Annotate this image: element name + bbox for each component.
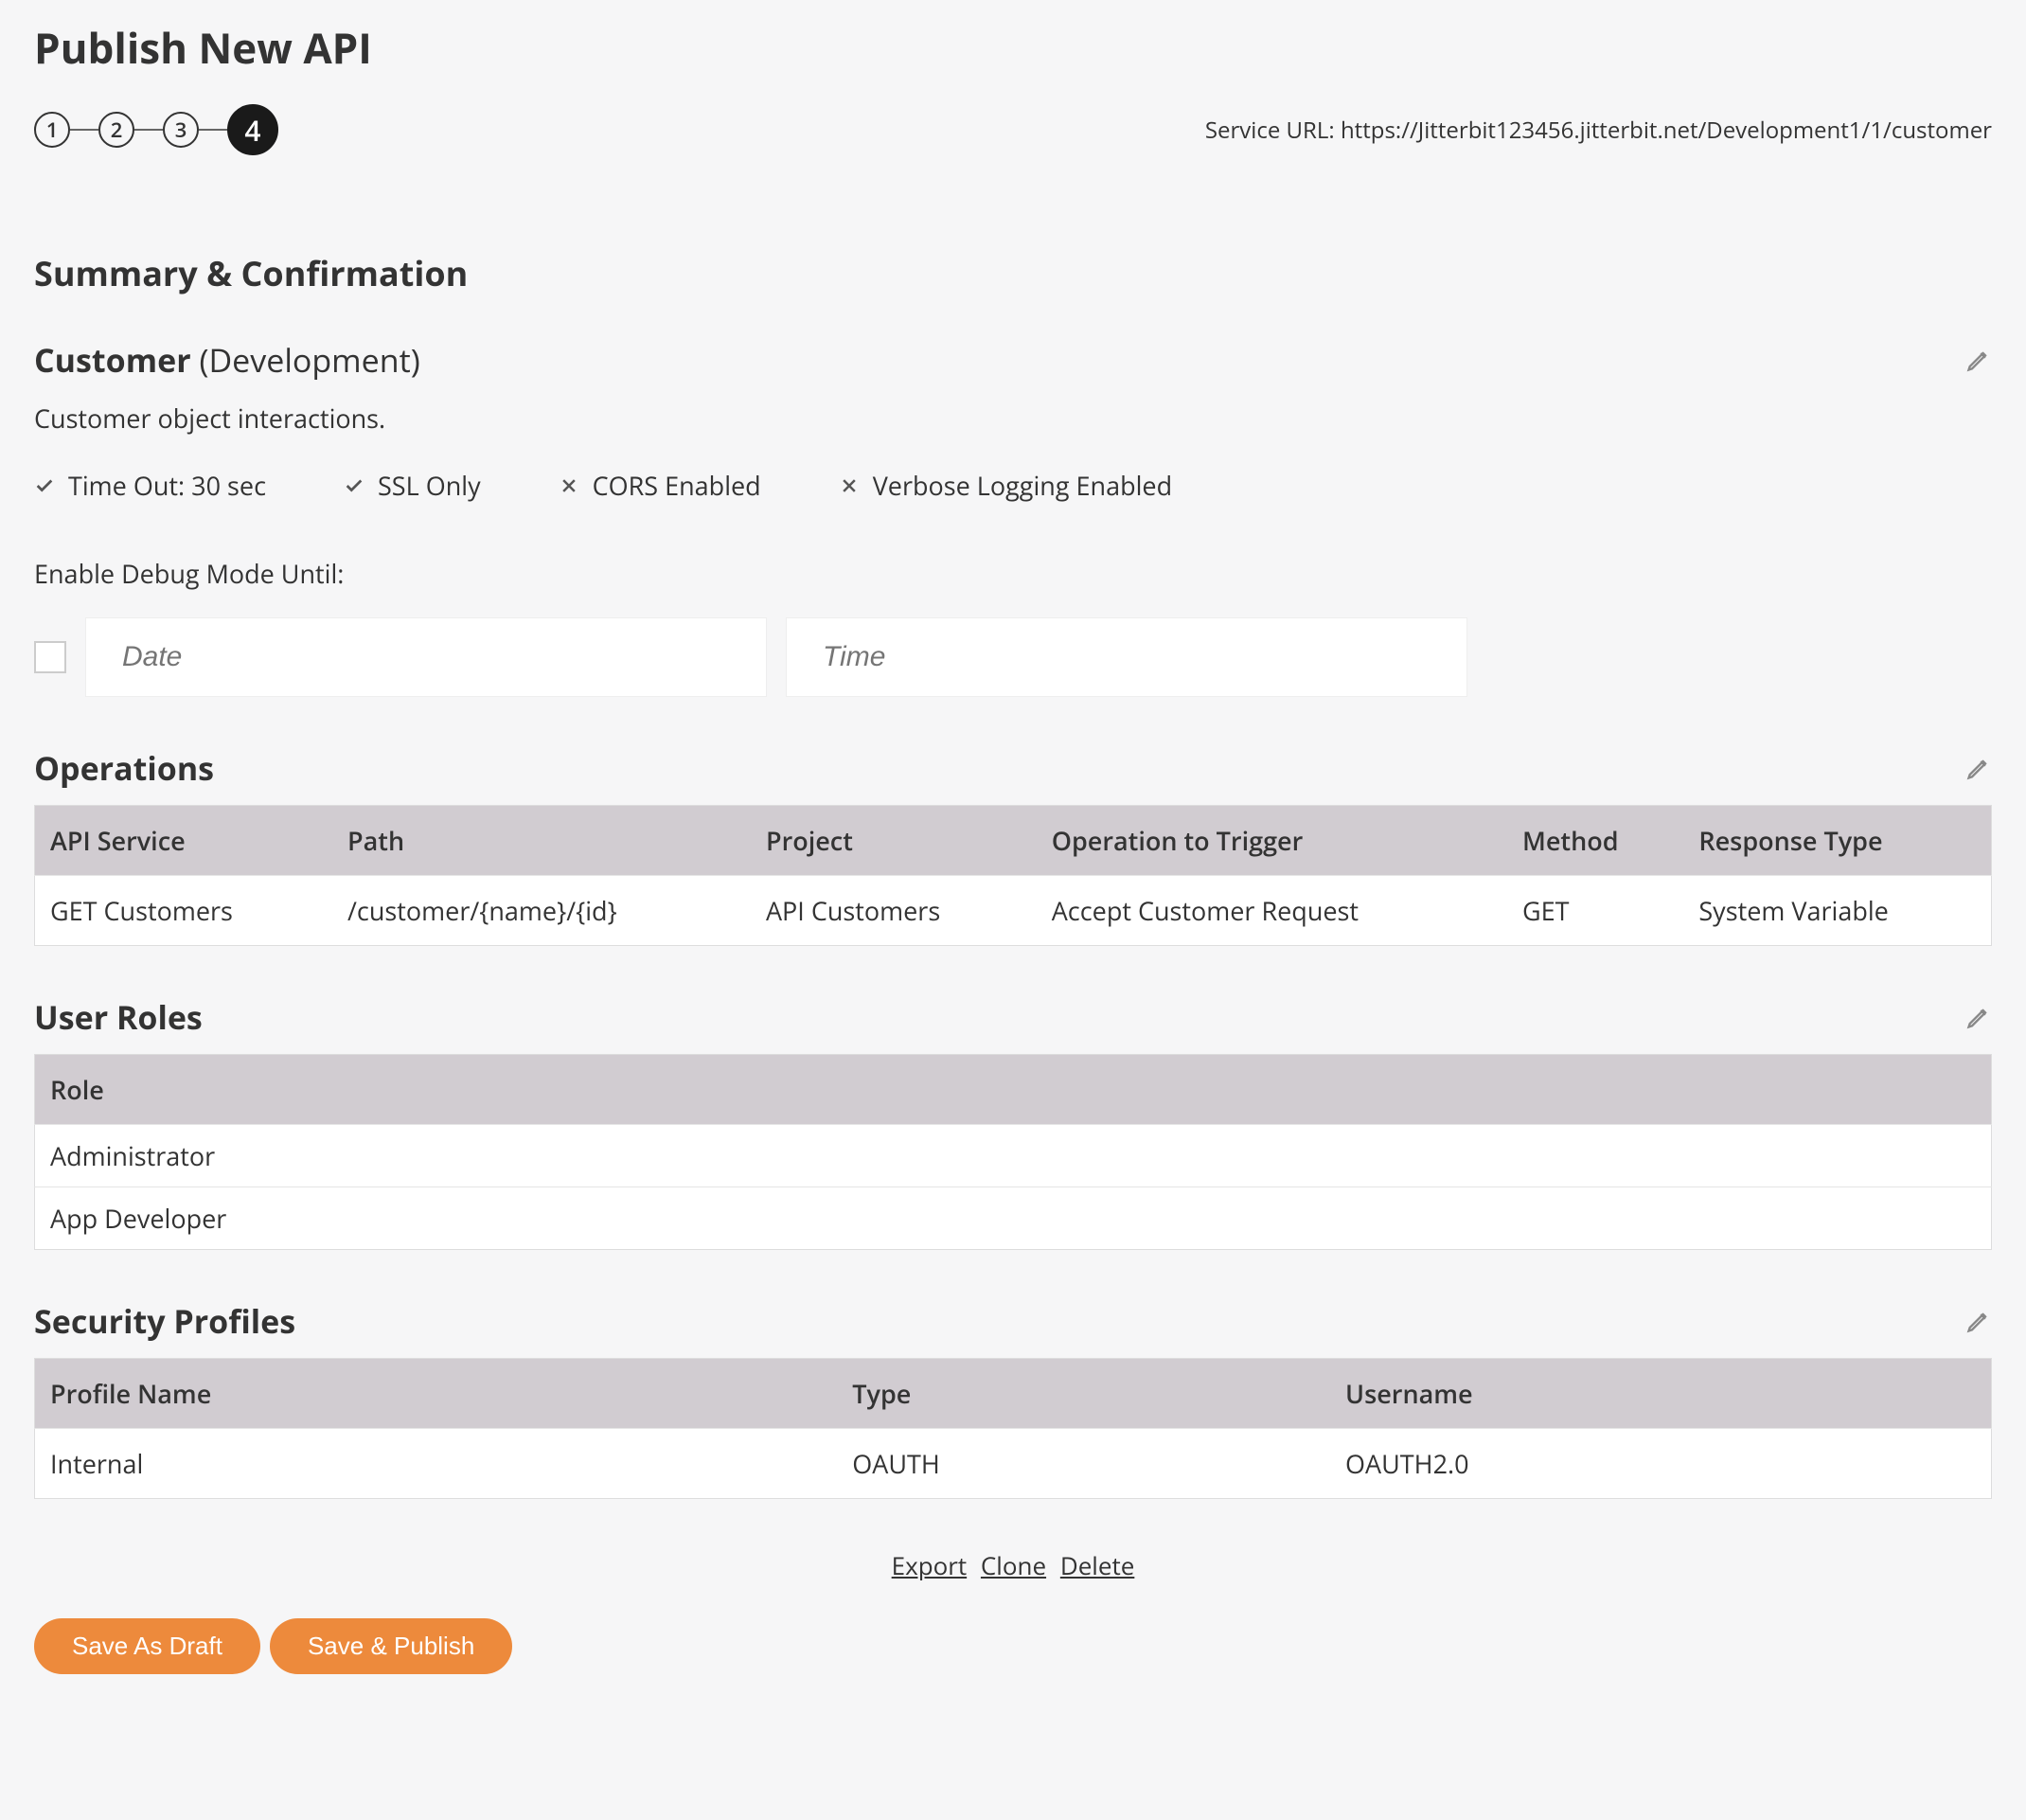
save-publish-button[interactable]: Save & Publish: [270, 1618, 512, 1674]
setting-label: Time Out: 30 sec: [68, 468, 266, 503]
cell: GET Customers: [35, 876, 333, 946]
delete-link[interactable]: Delete: [1060, 1548, 1135, 1582]
step-4[interactable]: 4: [227, 104, 278, 155]
step-1[interactable]: 1: [34, 112, 70, 148]
col-username: Username: [1330, 1359, 1991, 1429]
table-row: GET Customers /customer/{name}/{id} API …: [35, 876, 1992, 946]
service-url: Service URL: https://Jitterbit123456.jit…: [1205, 115, 1992, 146]
debug-label: Enable Debug Mode Until:: [34, 556, 1992, 591]
table-row: Administrator: [35, 1125, 1992, 1187]
summary-heading: Summary & Confirmation: [34, 250, 1992, 296]
debug-time-input[interactable]: [786, 617, 1467, 697]
clone-link[interactable]: Clone: [981, 1548, 1046, 1582]
cell: System Variable: [1683, 876, 1991, 946]
debug-checkbox[interactable]: [34, 641, 66, 673]
roles-heading: User Roles: [34, 995, 203, 1039]
security-heading: Security Profiles: [34, 1299, 295, 1343]
api-title: Customer (Development): [34, 338, 420, 382]
save-draft-button[interactable]: Save As Draft: [34, 1618, 260, 1674]
step-2[interactable]: 2: [98, 112, 134, 148]
pencil-icon[interactable]: [1965, 1308, 1992, 1334]
cell: App Developer: [35, 1187, 1992, 1250]
cell: API Customers: [751, 876, 1037, 946]
pencil-icon[interactable]: [1965, 1004, 1992, 1030]
cell: Administrator: [35, 1125, 1992, 1187]
cell: /customer/{name}/{id}: [332, 876, 751, 946]
debug-date-input[interactable]: [85, 617, 767, 697]
check-icon: [344, 475, 364, 496]
operations-heading: Operations: [34, 746, 214, 790]
setting-timeout: Time Out: 30 sec: [34, 468, 266, 503]
security-table: Profile Name Type Username Internal OAUT…: [34, 1358, 1992, 1499]
setting-label: SSL Only: [378, 468, 481, 503]
setting-verbose: Verbose Logging Enabled: [839, 468, 1172, 503]
step-line: [70, 129, 98, 131]
col-role: Role: [35, 1055, 1992, 1125]
cell: GET: [1507, 876, 1683, 946]
service-url-label: Service URL:: [1205, 115, 1341, 146]
export-link[interactable]: Export: [892, 1548, 968, 1582]
setting-label: Verbose Logging Enabled: [873, 468, 1172, 503]
col-profile: Profile Name: [35, 1359, 838, 1429]
col-operation: Operation to Trigger: [1037, 806, 1507, 876]
cell: OAUTH2.0: [1330, 1429, 1991, 1499]
cell: OAUTH: [837, 1429, 1330, 1499]
table-row: Internal OAUTH OAUTH2.0: [35, 1429, 1992, 1499]
col-api-service: API Service: [35, 806, 333, 876]
col-type: Type: [837, 1359, 1330, 1429]
step-line: [134, 129, 163, 131]
api-environment: (Development): [199, 338, 419, 382]
api-name: Customer: [34, 338, 191, 382]
check-icon: [34, 475, 55, 496]
stepper: 1 2 3 4: [34, 104, 278, 155]
x-icon: [559, 475, 579, 496]
setting-cors: CORS Enabled: [559, 468, 761, 503]
setting-ssl: SSL Only: [344, 468, 481, 503]
col-path: Path: [332, 806, 751, 876]
api-description: Customer object interactions.: [34, 401, 1992, 436]
service-url-value: https://Jitterbit123456.jitterbit.net/De…: [1341, 115, 1992, 146]
table-row: App Developer: [35, 1187, 1992, 1250]
col-response: Response Type: [1683, 806, 1991, 876]
col-method: Method: [1507, 806, 1683, 876]
x-icon: [839, 475, 860, 496]
pencil-icon[interactable]: [1965, 347, 1992, 373]
cell: Internal: [35, 1429, 838, 1499]
pencil-icon[interactable]: [1965, 755, 1992, 781]
footer-links: Export Clone Delete: [34, 1548, 1992, 1582]
roles-table: Role Administrator App Developer: [34, 1054, 1992, 1250]
col-project: Project: [751, 806, 1037, 876]
cell: Accept Customer Request: [1037, 876, 1507, 946]
setting-label: CORS Enabled: [593, 468, 761, 503]
operations-table: API Service Path Project Operation to Tr…: [34, 805, 1992, 946]
step-3[interactable]: 3: [163, 112, 199, 148]
page-title: Publish New API: [34, 19, 1992, 76]
step-line: [199, 129, 227, 131]
